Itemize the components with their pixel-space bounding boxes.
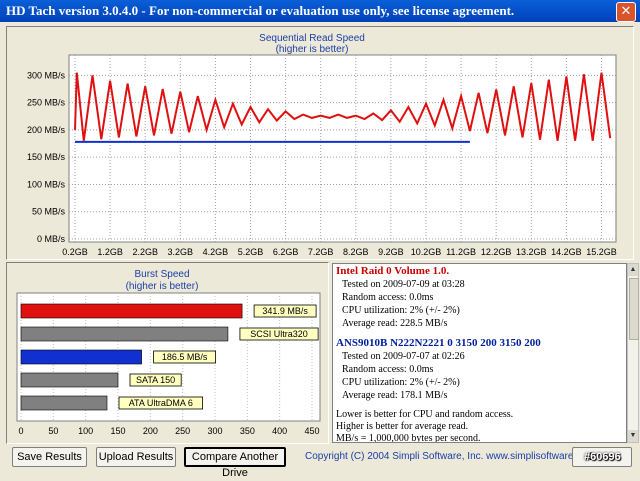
- drive2-cpu: CPU utilization: 2% (+/- 2%): [342, 377, 460, 388]
- burst-bar: [20, 326, 229, 342]
- burst-bar-label: ATA UltraDMA 6: [129, 398, 193, 408]
- burst-bar: [20, 303, 243, 319]
- drive1-random-access: Random access: 0.0ms: [342, 292, 434, 303]
- burst-bar-label: SCSI Ultra320: [250, 329, 308, 339]
- seq-plot-area: [68, 54, 617, 243]
- y-tick-label: 200 MB/s: [27, 125, 66, 135]
- x-tick-label: 100: [78, 426, 93, 436]
- x-tick-label: 150: [110, 426, 125, 436]
- window-title: HD Tach version 3.0.4.0 - For non-commer…: [6, 3, 515, 18]
- note-line: Higher is better for average read.: [336, 421, 469, 432]
- burst-speed-panel: Burst Speed (higher is better) 341.9 MB/…: [6, 262, 329, 444]
- compare-another-drive-button[interactable]: Compare Another Drive: [184, 447, 286, 479]
- x-tick-label: 7.2GB: [308, 247, 334, 257]
- x-tick-label: 50: [48, 426, 58, 436]
- close-window-button[interactable]: ✕: [616, 2, 636, 22]
- note-line: MB/s = 1,000,000 bytes per second.: [336, 433, 481, 443]
- sequential-read-panel: Sequential Read Speed (higher is better)…: [6, 26, 634, 260]
- burst-chart-title: Burst Speed: [134, 269, 189, 280]
- y-tick-label: 300 MB/s: [27, 70, 66, 80]
- x-tick-label: 250: [175, 426, 190, 436]
- x-tick-label: 9.2GB: [378, 247, 404, 257]
- x-tick-label: 400: [272, 426, 287, 436]
- drive1-tested: Tested on 2009-07-09 at 03:28: [342, 279, 465, 290]
- y-tick-label: 100 MB/s: [27, 179, 66, 189]
- burst-bar-label: 186.5 MB/s: [162, 352, 208, 362]
- results-scrollbar[interactable]: ▲ ▼: [627, 263, 639, 443]
- sequential-read-chart: Sequential Read Speed (higher is better)…: [27, 33, 617, 257]
- burst-bar: [20, 349, 142, 365]
- x-tick-label: 8.2GB: [343, 247, 369, 257]
- burst-bar-label: SATA 150: [136, 375, 175, 385]
- close-icon[interactable]: ✕: [621, 4, 632, 19]
- x-tick-label: 2.2GB: [132, 247, 158, 257]
- y-tick-label: 250 MB/s: [27, 98, 66, 108]
- x-tick-label: 5.2GB: [238, 247, 264, 257]
- seq-chart-subtitle: (higher is better): [276, 44, 349, 55]
- x-tick-label: 13.2GB: [516, 247, 547, 257]
- x-tick-label: 300: [207, 426, 222, 436]
- burst-bar-label: 341.9 MB/s: [262, 306, 308, 316]
- x-tick-label: 0: [18, 426, 23, 436]
- x-tick-label: 0.2GB: [62, 247, 88, 257]
- x-tick-label: 10.2GB: [411, 247, 442, 257]
- drive2-average-read: Average read: 178.1 MB/s: [342, 390, 448, 401]
- x-tick-label: 15.2GB: [586, 247, 617, 257]
- x-tick-label: 3.2GB: [168, 247, 194, 257]
- drive1-average-read: Average read: 228.5 MB/s: [342, 318, 448, 329]
- x-tick-label: 200: [143, 426, 158, 436]
- scroll-thumb[interactable]: [629, 278, 639, 340]
- x-tick-label: 6.2GB: [273, 247, 299, 257]
- drive2-tested: Tested on 2009-07-07 at 02:26: [342, 351, 465, 362]
- y-tick-label: 0 MB/s: [37, 234, 66, 244]
- title-bar: HD Tach version 3.0.4.0 - For non-commer…: [0, 0, 640, 22]
- results-text-area[interactable]: Intel Raid 0 Volume 1.0. Tested on 2009-…: [332, 263, 627, 443]
- copyright-link[interactable]: Copyright (C) 2004 Simpli Software, Inc.…: [305, 451, 595, 462]
- save-results-button[interactable]: Save Results: [12, 447, 87, 467]
- scroll-up-arrow-icon[interactable]: ▲: [628, 264, 638, 276]
- drive2-name: ANS9010B N222N2221 0 3150 200 3150 200: [336, 337, 541, 349]
- y-tick-label: 50 MB/s: [32, 207, 66, 217]
- burst-bar: [20, 395, 108, 411]
- x-tick-label: 4.2GB: [203, 247, 229, 257]
- scroll-down-arrow-icon[interactable]: ▼: [628, 430, 638, 442]
- watermark-text: #60696: [584, 451, 621, 463]
- y-tick-label: 150 MB/s: [27, 152, 66, 162]
- drive1-cpu: CPU utilization: 2% (+/- 2%): [342, 305, 460, 316]
- drive2-random-access: Random access: 0.0ms: [342, 364, 434, 375]
- burst-bar: [20, 372, 119, 388]
- x-tick-label: 12.2GB: [481, 247, 512, 257]
- seq-chart-title: Sequential Read Speed: [259, 33, 365, 44]
- x-tick-label: 14.2GB: [551, 247, 582, 257]
- burst-chart-subtitle: (higher is better): [126, 281, 199, 292]
- burst-speed-chart: Burst Speed (higher is better) 341.9 MB/…: [16, 269, 321, 436]
- x-tick-label: 350: [240, 426, 255, 436]
- x-tick-label: 450: [304, 426, 319, 436]
- upload-results-button[interactable]: Upload Results: [96, 447, 176, 467]
- drive1-name: Intel Raid 0 Volume 1.0.: [336, 265, 450, 277]
- note-line: Lower is better for CPU and random acces…: [336, 409, 514, 420]
- x-tick-label: 11.2GB: [446, 247, 476, 257]
- x-tick-label: 1.2GB: [97, 247, 123, 257]
